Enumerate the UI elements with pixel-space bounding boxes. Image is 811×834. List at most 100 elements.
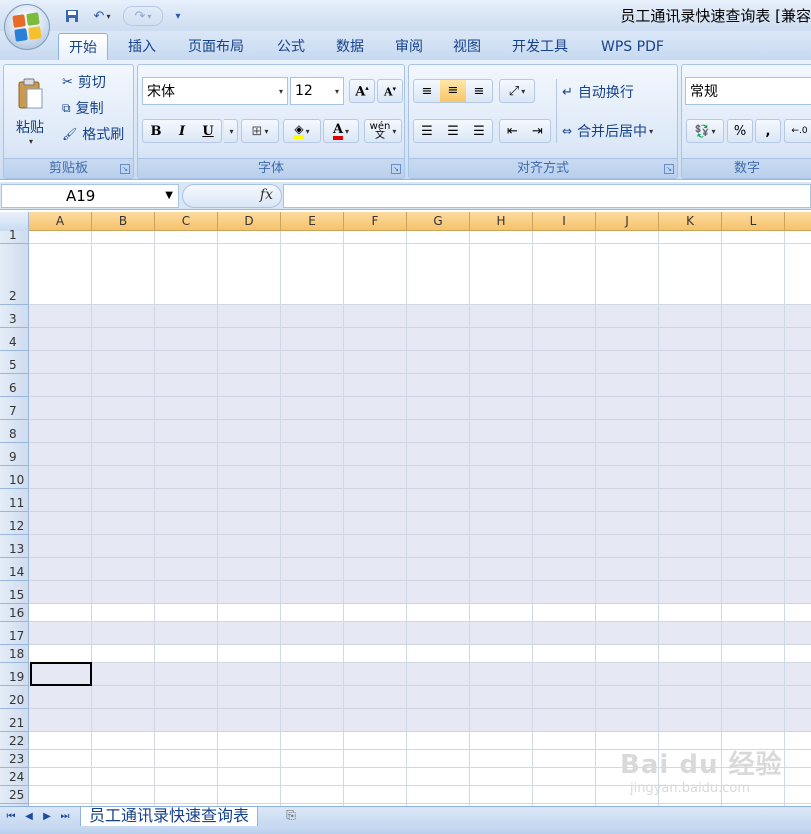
copy-button[interactable]: ⧉ 复制 — [62, 97, 104, 119]
row-header-21[interactable]: 21 — [0, 709, 29, 732]
row-header-24[interactable]: 24 — [0, 768, 29, 786]
office-logo-icon — [12, 12, 42, 42]
borders-button[interactable]: ⊞ ▾ — [241, 119, 279, 143]
column-header-d[interactable]: D — [218, 212, 281, 231]
bold-button[interactable]: B — [143, 124, 169, 139]
row-header-16[interactable]: 16 — [0, 604, 29, 622]
row-header-23[interactable]: 23 — [0, 750, 29, 768]
name-box-dropdown-icon[interactable]: ▼ — [165, 185, 173, 207]
selected-cell[interactable] — [30, 662, 92, 686]
column-header-a[interactable]: A — [29, 212, 92, 231]
row-header-1[interactable]: 1 — [0, 228, 29, 244]
row-header-17[interactable]: 17 — [0, 622, 29, 645]
column-header-b[interactable]: B — [92, 212, 155, 231]
worksheet-grid[interactable]: ABCDEFGHIJKL 1 2 3 4 5 6 7 8 9 10 11 12 13 14 15 16 17 18… — [0, 212, 811, 806]
tab-review[interactable]: 审阅 — [385, 33, 433, 61]
column-header-k[interactable]: K — [659, 212, 722, 231]
accounting-format-button[interactable]: 💱 ▾ — [686, 119, 724, 143]
row-header-20[interactable]: 20 — [0, 686, 29, 709]
tab-developer[interactable]: 开发工具 — [502, 33, 578, 61]
row-header-10[interactable]: 10 — [0, 466, 29, 489]
column-header-g[interactable]: G — [407, 212, 470, 231]
cut-button[interactable]: ✂ 剪切 — [62, 71, 106, 93]
number-format-select[interactable]: 常规 — [685, 77, 811, 105]
column-header-j[interactable]: J — [596, 212, 659, 231]
tab-page-layout[interactable]: 页面布局 — [178, 33, 254, 61]
row-header-4[interactable]: 4 — [0, 328, 29, 351]
next-sheet-icon[interactable]: ▶ — [40, 810, 54, 824]
save-icon[interactable] — [62, 6, 82, 26]
row-header-14[interactable]: 14 — [0, 558, 29, 581]
font-color-button[interactable]: A ▾ — [323, 119, 359, 143]
row-header-12[interactable]: 12 — [0, 512, 29, 535]
merge-center-button[interactable]: ⇔ 合并后居中 ▾ — [562, 120, 653, 142]
row-header-8[interactable]: 8 — [0, 420, 29, 443]
align-center-icon[interactable]: ☰ — [440, 124, 466, 139]
underline-dropdown[interactable]: ▾ — [224, 119, 238, 143]
format-painter-button[interactable]: 🖌 格式刷 — [62, 123, 124, 145]
customize-quick-access-icon[interactable]: ▾ — [170, 6, 186, 26]
row-header-6[interactable]: 6 — [0, 374, 29, 397]
row-header-11[interactable]: 11 — [0, 489, 29, 512]
align-top-icon[interactable]: ≡ — [414, 84, 440, 99]
increase-decimal-button[interactable]: ←.0 — [784, 119, 811, 143]
decrease-indent-icon[interactable]: ⇤ — [500, 124, 525, 139]
align-bottom-icon[interactable]: ≡ — [466, 84, 492, 99]
row-header-25[interactable]: 25 — [0, 786, 29, 804]
font-size-select[interactable]: 12 ▾ — [290, 77, 344, 105]
office-button[interactable] — [4, 4, 50, 50]
row-header-18[interactable]: 18 — [0, 645, 29, 663]
tab-formulas[interactable]: 公式 — [267, 33, 315, 61]
grow-font-button[interactable]: A▴ — [349, 79, 375, 103]
italic-button[interactable]: I — [169, 124, 195, 139]
paste-button[interactable]: 粘贴 ▾ — [10, 69, 50, 153]
align-right-icon[interactable]: ☰ — [466, 124, 492, 139]
undo-icon[interactable]: ↶ ▾ — [88, 6, 116, 26]
insert-sheet-icon[interactable]: ⎘ — [278, 808, 304, 825]
align-middle-icon[interactable]: ≡ — [440, 80, 466, 102]
name-box[interactable]: A19 ▼ — [1, 184, 179, 208]
row-header-22[interactable]: 22 — [0, 732, 29, 750]
tab-wps-pdf[interactable]: WPS PDF — [591, 33, 674, 61]
fill-color-button[interactable]: ◈ ▾ — [283, 119, 321, 143]
clipboard-dialog-launcher-icon[interactable]: ↘ — [120, 164, 130, 174]
first-sheet-icon[interactable]: ⏮ — [4, 810, 18, 824]
row-header-2[interactable]: 2 — [0, 244, 29, 305]
redo-icon[interactable]: ↷ ▾ — [123, 6, 163, 26]
shrink-font-button[interactable]: A▾ — [377, 79, 403, 103]
row-header-3[interactable]: 3 — [0, 305, 29, 328]
column-header-i[interactable]: I — [533, 212, 596, 231]
column-header-l[interactable]: L — [722, 212, 785, 231]
percent-button[interactable]: % — [727, 119, 753, 143]
prev-sheet-icon[interactable]: ◀ — [22, 810, 36, 824]
increase-indent-icon[interactable]: ⇥ — [525, 124, 550, 139]
column-header-h[interactable]: H — [470, 212, 533, 231]
underline-button[interactable]: U — [195, 124, 221, 139]
wrap-text-button[interactable]: ↵ 自动换行 — [562, 81, 634, 103]
comma-button[interactable]: , — [755, 119, 781, 143]
row-header-5[interactable]: 5 — [0, 351, 29, 374]
text-orientation-button[interactable]: ⤢ ▾ — [499, 79, 535, 103]
row-header-15[interactable]: 15 — [0, 581, 29, 604]
row-header-13[interactable]: 13 — [0, 535, 29, 558]
align-left-icon[interactable]: ☰ — [414, 124, 440, 139]
tab-view[interactable]: 视图 — [443, 33, 491, 61]
column-header-e[interactable]: E — [281, 212, 344, 231]
phonetic-button[interactable]: wén 文 ▾ — [364, 119, 402, 143]
column-header-c[interactable]: C — [155, 212, 218, 231]
wrap-text-icon: ↵ — [562, 84, 573, 100]
tab-data[interactable]: 数据 — [326, 33, 374, 61]
tab-insert[interactable]: 插入 — [118, 33, 166, 61]
alignment-dialog-launcher-icon[interactable]: ↘ — [664, 164, 674, 174]
font-dialog-launcher-icon[interactable]: ↘ — [391, 164, 401, 174]
row-header-9[interactable]: 9 — [0, 443, 29, 466]
last-sheet-icon[interactable]: ⏭ — [58, 810, 72, 824]
row-header-19[interactable]: 19 — [0, 663, 29, 686]
font-name-select[interactable]: 宋体 ▾ — [142, 77, 288, 105]
tab-home[interactable]: 开始 — [58, 33, 108, 61]
column-header-f[interactable]: F — [344, 212, 407, 231]
sheet-tab-active[interactable]: 员工通讯录快速查询表 — [80, 807, 259, 827]
formula-input[interactable] — [283, 184, 811, 208]
insert-function-button[interactable]: fx — [182, 184, 282, 208]
row-header-7[interactable]: 7 — [0, 397, 29, 420]
